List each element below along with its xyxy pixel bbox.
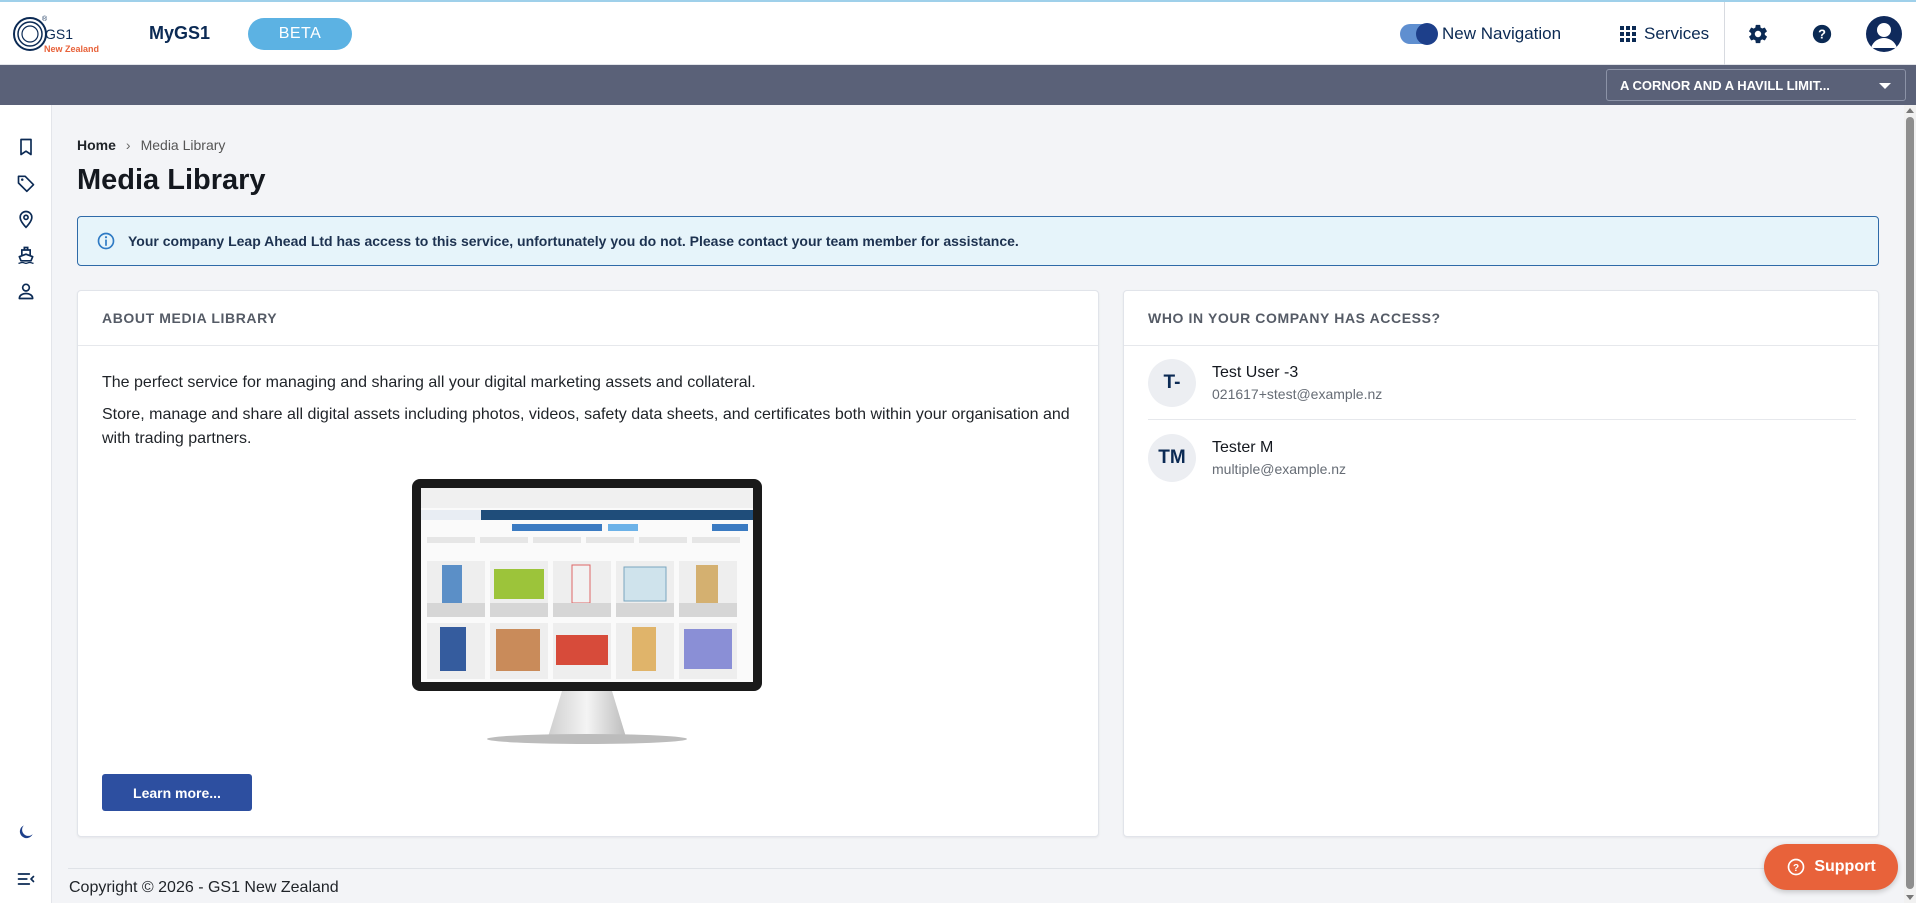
grid-icon [1620,26,1636,42]
location-pin-icon [19,210,33,229]
help-icon: ? [1812,24,1832,44]
company-select[interactable]: A CORNOR AND A HAVILL LIMIT... [1606,69,1906,101]
sidebar-item-tags[interactable] [14,171,38,195]
learn-more-button[interactable]: Learn more... [102,774,252,811]
svg-text:?: ? [1793,863,1799,874]
scroll-up-arrow-icon[interactable] [1906,108,1914,113]
beta-badge: BETA [248,18,352,50]
header-divider [1724,2,1725,66]
collapse-menu-icon [17,873,35,885]
svg-text:New Zealand: New Zealand [44,44,99,54]
user-email: multiple@example.nz [1212,460,1347,477]
breadcrumb-separator: › [125,137,131,153]
dark-mode-toggle[interactable] [14,820,38,844]
about-card-heading: ABOUT MEDIA LIBRARY [78,291,1098,346]
support-button[interactable]: ? Support [1764,844,1898,890]
ship-icon [18,246,34,265]
company-select-value: A CORNOR AND A HAVILL LIMIT... [1620,77,1830,93]
gear-icon [1749,24,1767,44]
gs1-logo[interactable]: ® GS1 New Zealand [12,12,112,58]
scrollbar-thumb[interactable] [1906,117,1914,889]
moon-icon [19,825,33,839]
info-icon [97,232,115,250]
tag-icon [17,175,35,193]
page-title: Media Library [77,164,266,196]
user-name: Tester M [1212,438,1274,456]
footer-divider [68,868,1880,869]
support-label: Support [1814,858,1876,875]
services-button[interactable]: Services [1620,24,1709,44]
breadcrumb-current: Media Library [140,137,226,153]
access-alert: Your company Leap Ahead Ltd has access t… [77,216,1879,266]
access-card-heading: WHO IN YOUR COMPANY HAS ACCESS? [1124,291,1878,346]
collapse-sidebar-button[interactable] [14,867,38,891]
bookmark-icon [20,138,32,156]
who-has-access-card: WHO IN YOUR COMPANY HAS ACCESS? T- Test … [1123,290,1879,837]
help-circle-icon: ? [1787,858,1805,876]
app-name[interactable]: MyGS1 [149,23,210,44]
avatar: T- [1148,359,1196,407]
sidebar-item-bookmarks[interactable] [14,135,38,159]
breadcrumb-home[interactable]: Home [77,137,116,153]
services-label: Services [1644,24,1710,43]
person-icon [18,283,34,300]
svg-text:®: ® [42,15,48,23]
avatar: TM [1148,433,1196,482]
media-library-preview-image [412,479,762,745]
about-paragraph-2: Store, manage and share all digital asse… [102,406,1070,447]
list-item: T- Test User -3 021617+stest@example.nz [1148,347,1856,420]
settings-button[interactable] [1746,22,1770,46]
logo-text: GS1 [45,26,73,42]
about-paragraph-1: The perfect service for managing and sha… [102,374,756,391]
page-scrollbar[interactable] [1904,105,1916,903]
new-navigation-toggle[interactable] [1400,23,1438,45]
about-media-library-card: ABOUT MEDIA LIBRARY The perfect service … [77,290,1099,837]
list-item: TM Tester M multiple@example.nz [1148,421,1856,494]
user-name: Test User -3 [1212,364,1299,381]
user-email: 021617+stest@example.nz [1212,386,1383,402]
top-bar: ® GS1 New Zealand MyGS1 BETA New Navigat… [0,0,1916,66]
toggle-knob [1416,23,1438,45]
company-bar: A CORNOR AND A HAVILL LIMIT... [0,65,1916,105]
account-icon [1871,23,1897,48]
help-button[interactable]: ? [1810,22,1834,46]
left-sidebar [0,105,52,903]
copyright-text: Copyright © 2026 - GS1 New Zealand [69,879,339,896]
breadcrumb: Home › Media Library [77,137,225,153]
svg-text:?: ? [1818,27,1826,42]
caret-down-icon [1879,83,1891,89]
new-navigation-label: New Navigation [1442,24,1562,43]
scroll-down-arrow-icon[interactable] [1906,895,1914,900]
sidebar-item-profile[interactable] [14,279,38,303]
account-button[interactable] [1866,16,1902,52]
sidebar-item-locations[interactable] [14,207,38,231]
sidebar-item-shipping[interactable] [14,243,38,267]
alert-text: Your company Leap Ahead Ltd has access t… [128,233,1019,249]
